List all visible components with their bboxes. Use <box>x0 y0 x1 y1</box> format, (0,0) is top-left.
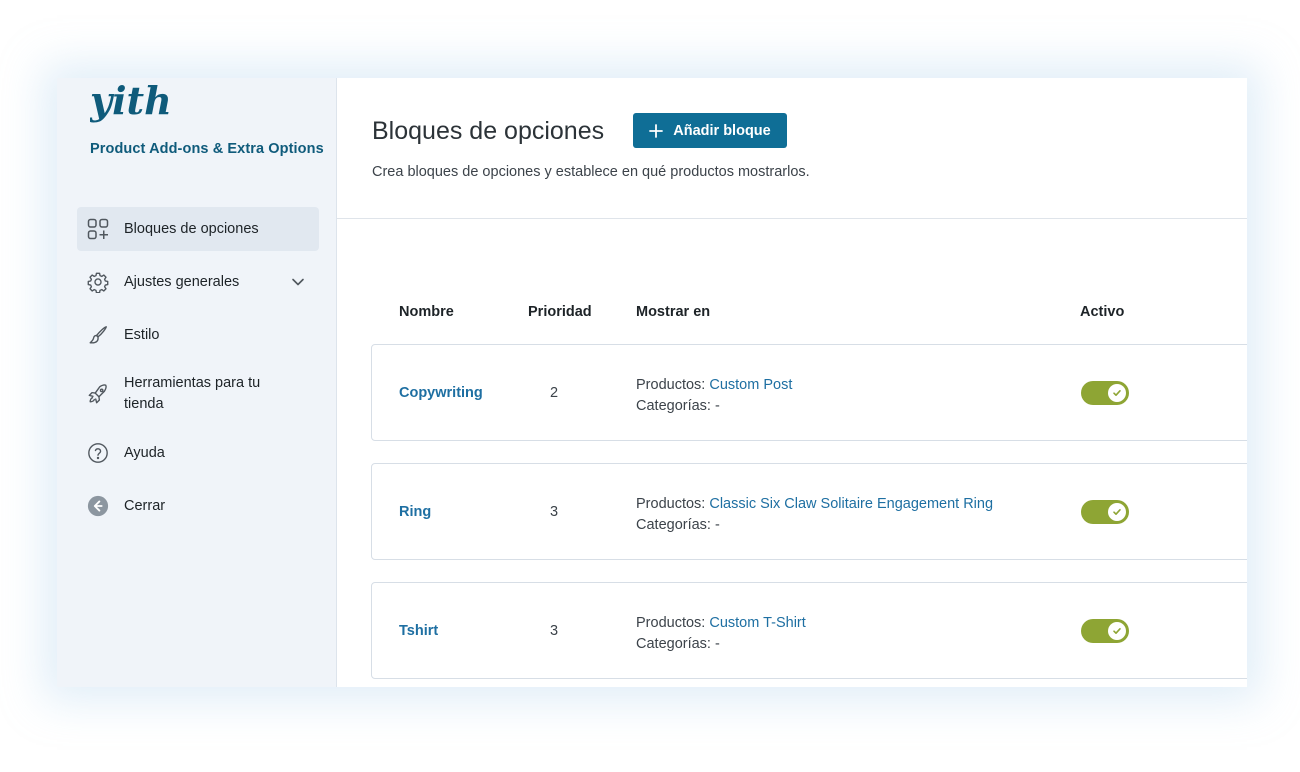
paint-brush-icon <box>87 324 109 346</box>
table-row: Ring 3 Productos: Classic Six Claw Solit… <box>371 463 1247 560</box>
chevron-down-icon[interactable] <box>291 275 305 289</box>
sidebar: yith Product Add-ons & Extra Options Blo… <box>57 78 336 687</box>
gear-icon <box>87 271 109 293</box>
categories-label: Categorías: <box>636 636 711 652</box>
blocks-grid-plus-icon <box>87 218 109 240</box>
plus-icon <box>649 123 664 138</box>
row-name-link[interactable]: Tshirt <box>399 623 438 639</box>
sidebar-item-estilo[interactable]: Estilo <box>77 313 319 357</box>
header-divider <box>337 218 1247 219</box>
sidebar-item-label: Bloques de opciones <box>124 220 259 237</box>
add-block-button-label: Añadir bloque <box>673 122 771 139</box>
categories-value: - <box>715 517 720 533</box>
toggle-knob <box>1108 622 1126 640</box>
back-arrow-circle-icon <box>87 495 109 517</box>
row-show-in: Productos: Custom T-Shirt Categorías: - <box>636 613 806 655</box>
row-name-link[interactable]: Copywriting <box>399 385 483 401</box>
sidebar-item-cerrar[interactable]: Cerrar <box>77 484 319 528</box>
toggle-knob <box>1108 384 1126 402</box>
categories-label: Categorías: <box>636 398 711 414</box>
column-header-nombre: Nombre <box>399 304 454 320</box>
sidebar-item-ayuda[interactable]: Ayuda <box>77 431 319 475</box>
products-label: Productos: <box>636 377 706 393</box>
check-icon <box>1113 628 1121 634</box>
toggle-knob <box>1108 503 1126 521</box>
page-title: Bloques de opciones <box>372 117 605 145</box>
column-header-prioridad: Prioridad <box>528 304 592 320</box>
product-link[interactable]: Classic Six Claw Solitaire Engagement Ri… <box>709 496 993 512</box>
main-content: Bloques de opciones Añadir bloque Crea b… <box>336 78 1247 687</box>
sidebar-nav: Bloques de opciones Ajustes generales Es… <box>77 207 319 528</box>
sidebar-item-label: Ajustes generales <box>124 273 240 290</box>
sidebar-item-label: Herramientas para tu tienda <box>124 375 261 412</box>
active-toggle[interactable] <box>1081 619 1129 643</box>
svg-text:yith: yith <box>90 78 170 123</box>
table-row: Copywriting 2 Productos: Custom Post Cat… <box>371 344 1247 441</box>
brand-subtitle: Product Add-ons & Extra Options <box>90 141 324 157</box>
sidebar-item-label: Ayuda <box>124 444 165 461</box>
active-toggle[interactable] <box>1081 500 1129 524</box>
row-show-in: Productos: Classic Six Claw Solitaire En… <box>636 494 993 536</box>
column-header-mostrar: Mostrar en <box>636 304 711 320</box>
active-toggle[interactable] <box>1081 381 1129 405</box>
row-show-in: Productos: Custom Post Categorías: - <box>636 375 792 417</box>
check-icon <box>1113 390 1121 396</box>
table-row: Tshirt 3 Productos: Custom T-Shirt Categ… <box>371 582 1247 679</box>
add-block-button[interactable]: Añadir bloque <box>633 113 787 148</box>
sidebar-item-label: Cerrar <box>124 497 166 514</box>
categories-label: Categorías: <box>636 517 711 533</box>
column-header-activo: Activo <box>1080 304 1125 320</box>
page-description: Crea bloques de opciones y establece en … <box>372 164 810 180</box>
rocket-icon <box>87 383 109 405</box>
products-label: Productos: <box>636 615 706 631</box>
app-frame: yith Product Add-ons & Extra Options Blo… <box>57 78 1247 687</box>
yith-logo: yith <box>89 78 172 130</box>
categories-value: - <box>715 636 720 652</box>
sidebar-item-ajustes[interactable]: Ajustes generales <box>77 260 319 304</box>
product-link[interactable]: Custom Post <box>709 377 792 393</box>
check-icon <box>1113 509 1121 515</box>
product-link[interactable]: Custom T-Shirt <box>709 615 805 631</box>
sidebar-item-label: Estilo <box>124 326 160 343</box>
question-circle-icon <box>87 442 109 464</box>
sidebar-item-herramientas[interactable]: Herramientas para tu tienda <box>77 366 319 422</box>
products-label: Productos: <box>636 496 706 512</box>
sidebar-item-bloques[interactable]: Bloques de opciones <box>77 207 319 251</box>
row-name-link[interactable]: Ring <box>399 504 431 520</box>
categories-value: - <box>715 398 720 414</box>
